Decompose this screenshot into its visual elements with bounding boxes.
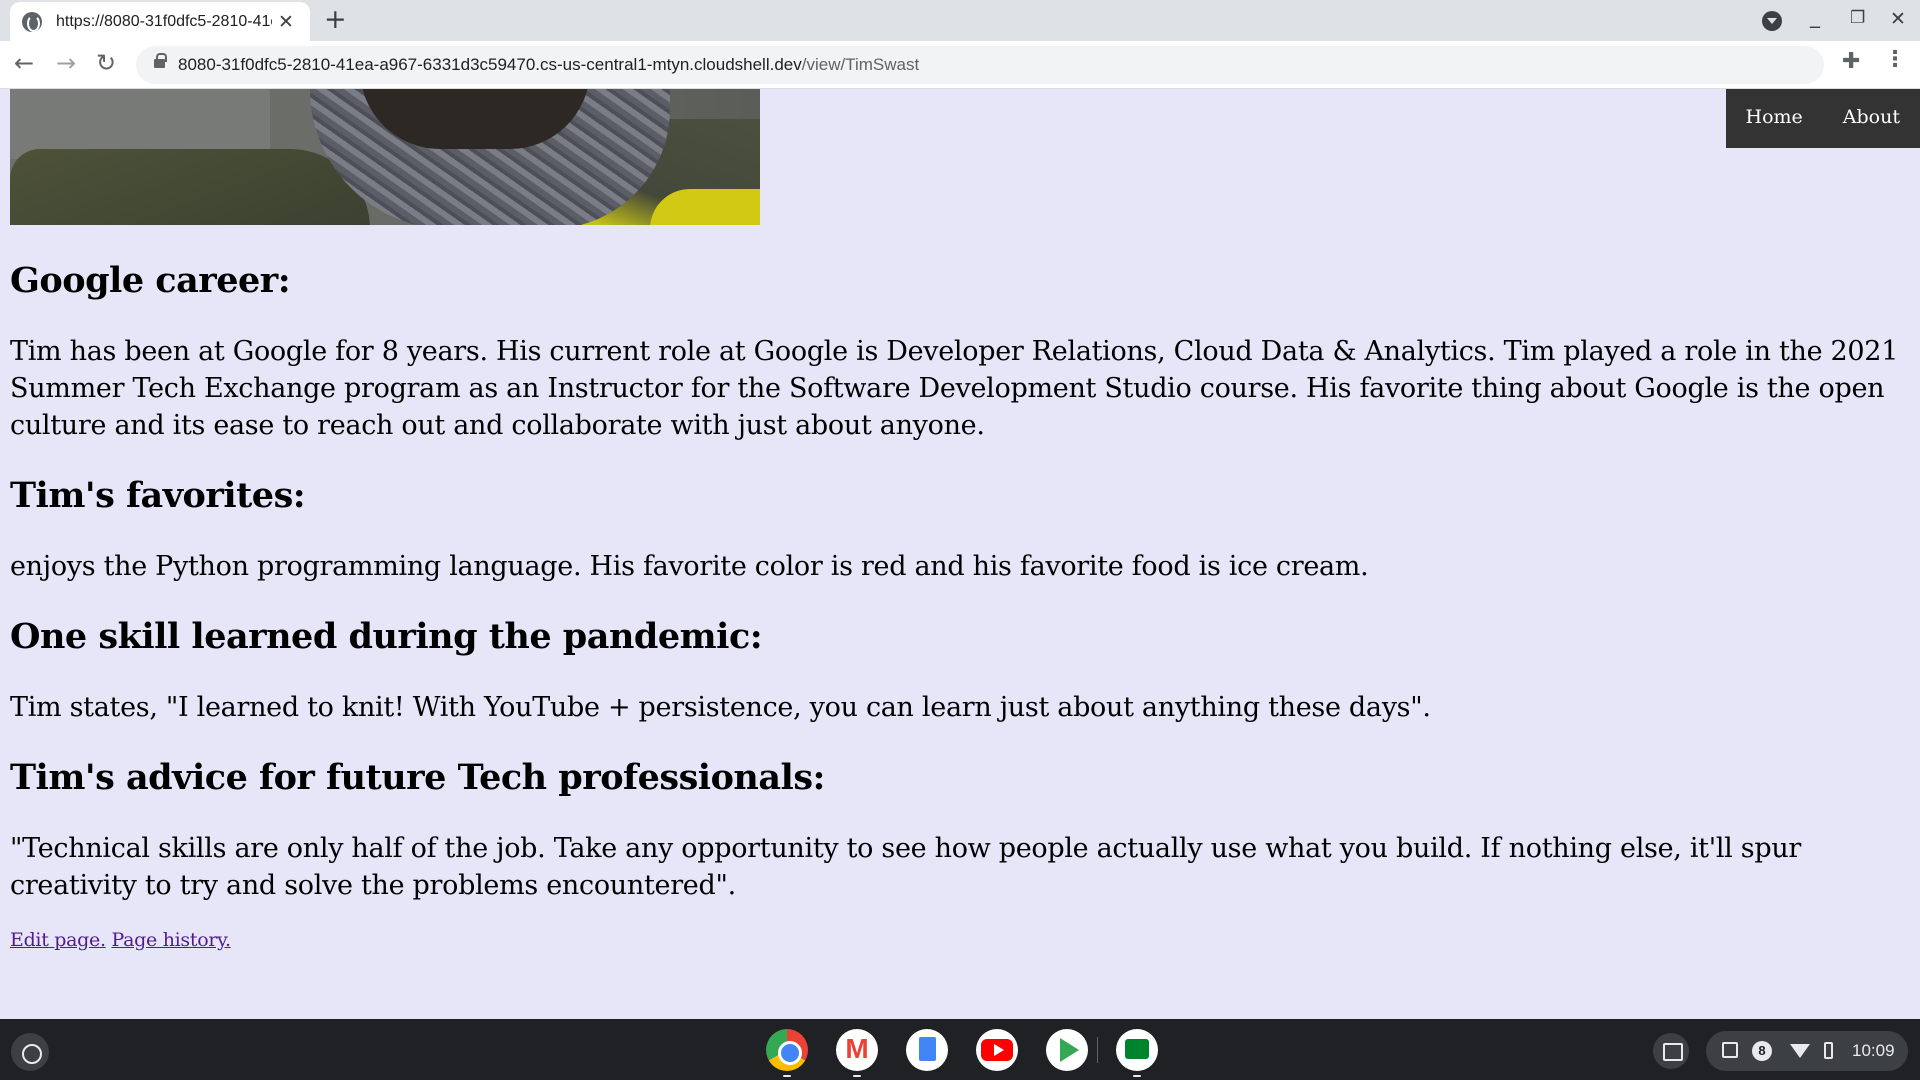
- page-history-link[interactable]: Page history.: [111, 929, 231, 951]
- advice-text: "Technical skills are only half of the j…: [10, 833, 1802, 901]
- shelf-divider: [1097, 1037, 1098, 1063]
- tab-title: https://8080-31f0dfc5-2810-41ea-a967-633…: [56, 12, 272, 30]
- url-path: /view/TimSwast: [801, 55, 920, 74]
- battery-icon: [1824, 1042, 1833, 1059]
- nav-home-link[interactable]: Home: [1726, 89, 1823, 148]
- nav-about-link[interactable]: About: [1823, 89, 1920, 148]
- calendar-icon: [1722, 1042, 1738, 1058]
- skill-text: Tim states, "I learned to knit! With You…: [10, 692, 1431, 723]
- chrome-icon[interactable]: [766, 1029, 808, 1071]
- profile-content: Google career: Tim has been at Google fo…: [10, 259, 1915, 982]
- favorites-text: enjoys the Python programming language. …: [10, 551, 1369, 582]
- url-text[interactable]: 8080-31f0dfc5-2810-41ea-a967-6331d3c5947…: [178, 55, 919, 75]
- address-bar[interactable]: 8080-31f0dfc5-2810-41ea-a967-6331d3c5947…: [136, 46, 1824, 84]
- gmail-running-indicator: [853, 1075, 861, 1077]
- close-tab-icon[interactable]: ✕: [278, 11, 294, 33]
- tab-strip: https://8080-31f0dfc5-2810-41ea-a967-633…: [0, 0, 1920, 41]
- taskbar: 8 10:09: [0, 1019, 1920, 1080]
- lock-icon[interactable]: [154, 53, 167, 68]
- gmail-icon[interactable]: [836, 1029, 878, 1071]
- browser-toolbar: ← → ↻ 8080-31f0dfc5-2810-41ea-a967-6331d…: [0, 41, 1920, 89]
- browser-tab[interactable]: https://8080-31f0dfc5-2810-41ea-a967-633…: [10, 2, 310, 41]
- google-chat-icon[interactable]: [1116, 1029, 1158, 1071]
- extensions-icon[interactable]: ✚: [1842, 49, 1860, 74]
- holding-space-icon[interactable]: [1653, 1033, 1689, 1069]
- status-area[interactable]: 8 10:09: [1706, 1031, 1908, 1071]
- close-window-icon[interactable]: ✕: [1890, 8, 1906, 30]
- career-heading: Google career:: [10, 260, 291, 301]
- browser-menu-icon[interactable]: ⋮: [1884, 47, 1906, 72]
- career-text: Tim has been at Google for 8 years. His …: [10, 336, 1899, 441]
- page-links: Edit page. Page history.: [10, 928, 1915, 952]
- restore-icon[interactable]: ❐: [1850, 8, 1865, 28]
- docs-icon[interactable]: [906, 1029, 948, 1071]
- launcher-icon[interactable]: [11, 1033, 49, 1071]
- url-host: 8080-31f0dfc5-2810-41ea-a967-6331d3c5947…: [178, 55, 802, 74]
- clock: 10:09: [1852, 1041, 1895, 1060]
- photo-jacket-left: [10, 149, 370, 225]
- edit-page-link[interactable]: Edit page.: [10, 929, 106, 951]
- top-nav: Home About: [1725, 89, 1920, 148]
- profile-photo: [10, 89, 760, 225]
- new-tab-button[interactable]: +: [324, 4, 347, 35]
- chrome-running-indicator: [783, 1075, 791, 1077]
- globe-icon: [22, 11, 42, 32]
- forward-icon[interactable]: →: [56, 49, 76, 77]
- skill-heading: One skill learned during the pandemic:: [10, 616, 763, 657]
- notification-count-badge: 8: [1752, 1041, 1772, 1061]
- youtube-icon[interactable]: [976, 1029, 1018, 1071]
- play-store-icon[interactable]: [1046, 1029, 1088, 1071]
- page-viewport: Home About Google career: Tim has been a…: [0, 89, 1920, 1019]
- advice-heading: Tim's advice for future Tech professiona…: [10, 757, 825, 798]
- favorites-heading: Tim's favorites:: [10, 475, 306, 516]
- back-icon[interactable]: ←: [14, 49, 34, 77]
- tab-search-icon[interactable]: [1762, 11, 1782, 31]
- chat-running-indicator: [1133, 1075, 1141, 1077]
- minimize-icon[interactable]: _: [1810, 4, 1820, 28]
- wifi-icon: [1790, 1044, 1810, 1058]
- reload-icon[interactable]: ↻: [96, 49, 116, 77]
